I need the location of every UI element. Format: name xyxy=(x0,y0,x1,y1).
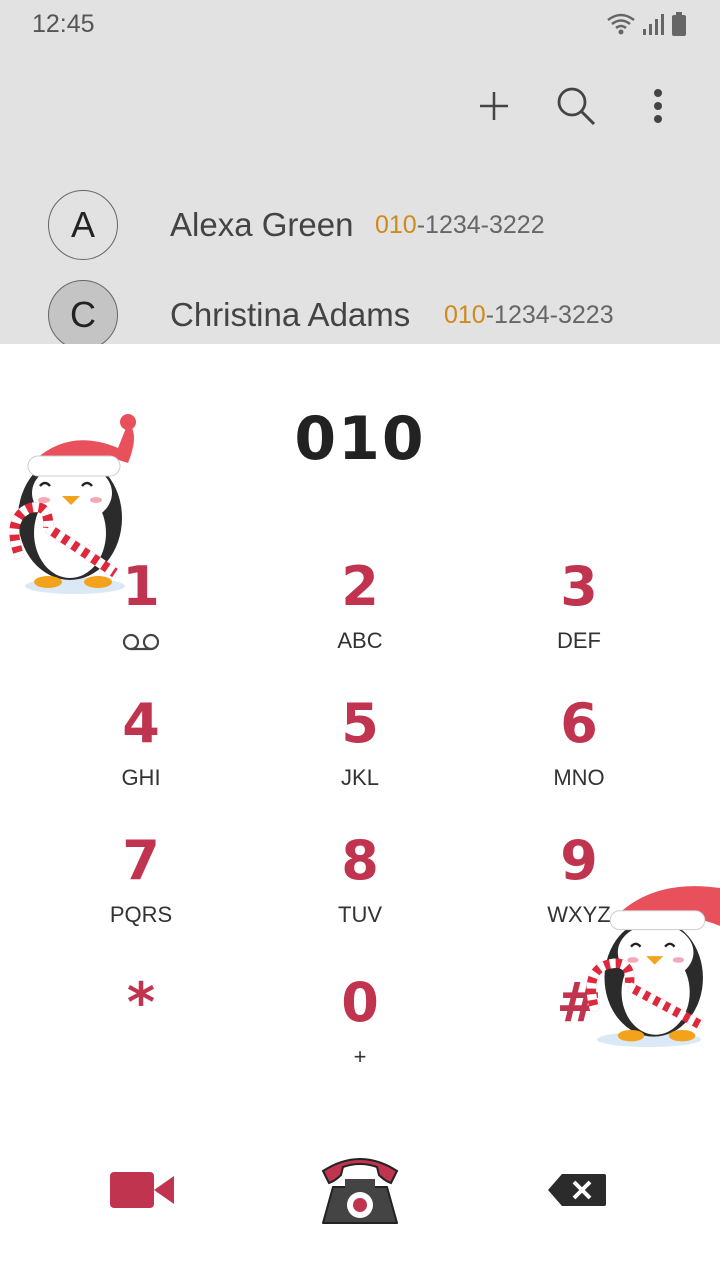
key-digit: 7 xyxy=(122,829,160,892)
number-rest: -1234-3222 xyxy=(416,211,545,239)
key-5[interactable]: 5 JKL xyxy=(251,685,469,815)
penguin-sticker-icon xyxy=(586,886,720,1048)
key-digit: 2 xyxy=(341,555,379,618)
call-icon xyxy=(321,1158,399,1224)
avatar: C xyxy=(48,280,118,344)
dialer-bottom-bar xyxy=(0,1140,720,1240)
contact-number: 010-1234-3223 xyxy=(444,301,614,330)
backspace-icon xyxy=(548,1174,606,1206)
search-icon xyxy=(557,87,596,126)
penguin-sticker-icon xyxy=(9,414,136,594)
key-2[interactable]: 2 ABC xyxy=(251,548,469,678)
status-icons xyxy=(606,12,686,36)
key-8[interactable]: 8 TUV xyxy=(251,822,469,952)
key-letters: MNO xyxy=(553,765,605,790)
key-letters: TUV xyxy=(338,902,382,927)
key-letters: PQRS xyxy=(109,902,173,927)
add-contact-button[interactable] xyxy=(472,84,516,128)
call-button[interactable] xyxy=(314,1148,406,1232)
number-match: 010 xyxy=(444,301,486,329)
more-options-button[interactable] xyxy=(636,84,680,128)
signal-icon xyxy=(643,14,664,35)
battery-icon xyxy=(672,12,686,36)
avatar: A xyxy=(48,190,118,260)
key-digit: 3 xyxy=(560,555,598,618)
wifi-icon xyxy=(607,13,635,35)
key-4[interactable]: 4 GHI xyxy=(32,685,250,815)
key-star[interactable]: * xyxy=(32,964,250,1094)
contact-row[interactable]: A Alexa Green 010-1234-3222 xyxy=(48,190,708,262)
key-0[interactable]: 0 + xyxy=(251,964,469,1094)
key-digit: * xyxy=(126,971,156,1034)
more-options-icon xyxy=(654,89,662,123)
status-time: 12:45 xyxy=(32,10,95,38)
contact-name: Alexa Green xyxy=(170,206,354,243)
key-digit: 8 xyxy=(341,829,379,892)
key-digit: 5 xyxy=(341,692,379,755)
contact-number: 010-1234-3222 xyxy=(375,211,545,240)
key-digit: 4 xyxy=(122,692,160,755)
toolbar-actions xyxy=(472,84,680,128)
number-match: 010 xyxy=(375,211,417,239)
key-digit: 6 xyxy=(560,692,598,755)
video-call-button[interactable] xyxy=(104,1160,180,1220)
key-7[interactable]: 7 PQRS xyxy=(32,822,250,952)
contacts-panel: 12:45 A Alexa Green 010-1234-3222 C Chri… xyxy=(0,0,720,344)
key-letters: JKL xyxy=(341,765,379,790)
key-digit: 0 xyxy=(341,971,379,1034)
search-button[interactable] xyxy=(554,84,598,128)
key-letters: GHI xyxy=(121,765,161,790)
key-3[interactable]: 3 DEF xyxy=(470,548,688,678)
voicemail-icon xyxy=(122,633,160,651)
contact-row[interactable]: C Christina Adams 010-1234-3223 xyxy=(48,280,708,344)
video-call-icon xyxy=(110,1172,174,1208)
add-icon xyxy=(480,92,508,120)
key-letters: DEF xyxy=(557,628,601,653)
number-rest: -1234-3223 xyxy=(485,301,614,329)
key-6[interactable]: 6 MNO xyxy=(470,685,688,815)
backspace-button[interactable] xyxy=(542,1164,614,1216)
key-letters: + xyxy=(353,1044,367,1069)
key-letters: ABC xyxy=(337,628,383,653)
contact-name: Christina Adams xyxy=(170,296,411,333)
